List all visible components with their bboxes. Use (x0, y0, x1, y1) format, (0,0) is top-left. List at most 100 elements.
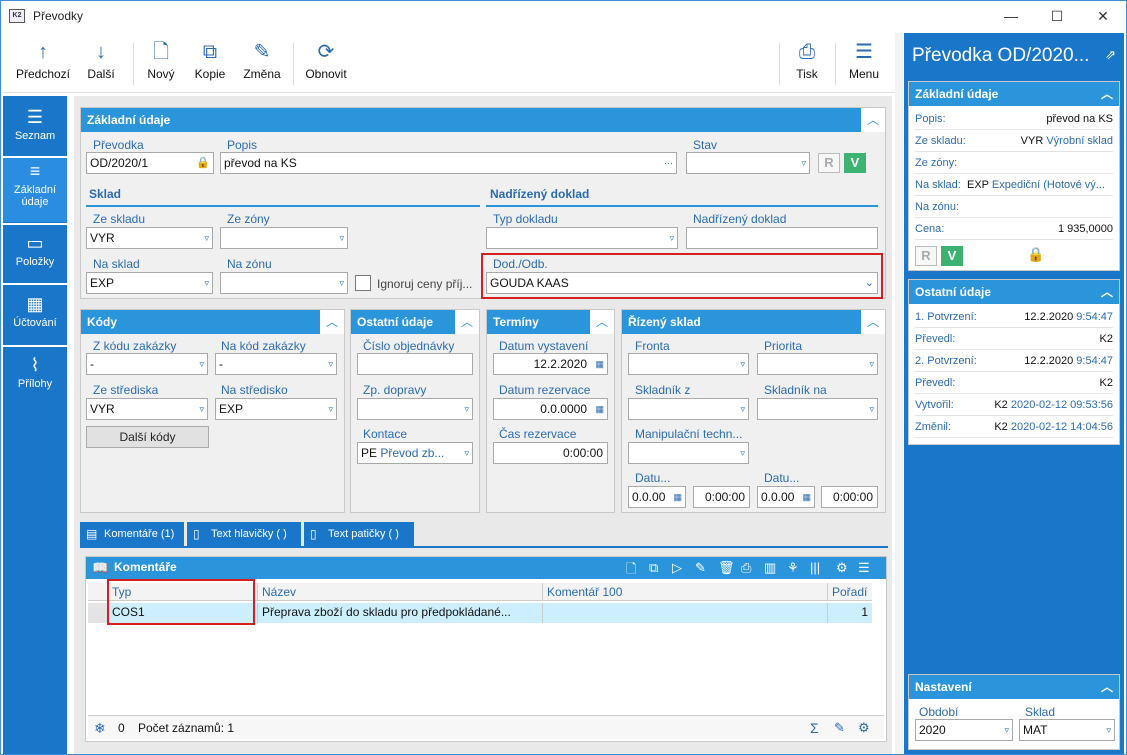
tab-text-paticky[interactable]: ▯ Text patičky ( ) (304, 522, 414, 546)
bar-chart-icon[interactable]: ▥ (764, 560, 776, 576)
obdobi-select[interactable]: 2020 ▿ (915, 719, 1013, 741)
cas-rezervace-field[interactable]: 0:00:00 (493, 442, 608, 464)
new-row-icon[interactable]: 🗋 (626, 560, 636, 582)
grid-header-bar: 📖 Komentáře 🗋 ⧉ ▷ ✎ 🗑 ⎙ ▥ ⚘ ||| ⚙ ☰ (86, 557, 886, 579)
window-title: Převodky (33, 9, 84, 23)
priorita-select[interactable]: ▿ (757, 353, 878, 375)
kontace-select[interactable]: PE Převod zb... ▿ (357, 442, 473, 464)
cas1-field[interactable]: 0:00:00 (693, 486, 750, 508)
nav-item-uctovani[interactable]: ▦ Účtování (3, 291, 67, 341)
stav-label: Stav (693, 138, 718, 152)
ze-strediska-label: Ze střediska (93, 383, 159, 397)
na-zonu-select[interactable]: ▿ (220, 272, 348, 294)
copy-row-icon[interactable]: ⧉ (649, 560, 658, 576)
r-button[interactable]: R (915, 246, 937, 266)
collapse-icon[interactable]: ︿ (861, 108, 885, 132)
ze-zony-select[interactable]: ▿ (220, 227, 348, 249)
maximize-button[interactable]: ☐ (1034, 1, 1080, 31)
v-button[interactable]: V (844, 153, 866, 173)
hamburger-icon[interactable]: ☰ (858, 560, 870, 576)
next-button[interactable]: ↓ Další (81, 37, 121, 89)
tab-text-hlavicky[interactable]: ▯ Text hlavičky ( ) (187, 522, 301, 546)
collapse-icon[interactable]: ︿ (320, 310, 344, 334)
ze-skladu-select[interactable]: VYR ▿ (86, 227, 213, 249)
dropdown-icon: ▿ (740, 359, 745, 369)
left-navigation: ☰ Seznam ≡ Základní údaje ▭ Položky ▦ Účtová… (3, 96, 67, 754)
na-stredisko-select[interactable]: EXP ▿ (215, 398, 337, 420)
splitter[interactable] (895, 33, 903, 754)
dropdown-icon: ▿ (801, 158, 806, 168)
column-header-komentar[interactable]: Komentář 100 (543, 583, 828, 600)
datum-rezervace-field[interactable]: 0.0.0000 ▦ (493, 398, 608, 420)
v-button[interactable]: V (941, 246, 963, 266)
fronta-select[interactable]: ▿ (628, 353, 749, 375)
nadrizeny-doklad-field[interactable] (686, 227, 878, 249)
tab-komentare[interactable]: ▤ Komentáře (1) (80, 522, 184, 546)
edit-icon[interactable]: ✎ (834, 716, 845, 740)
manipulacni-label: Manipulační techn... (635, 427, 743, 441)
ze-strediska-select[interactable]: VYR ▿ (86, 398, 208, 420)
nav-item-seznam[interactable]: ☰ Seznam (3, 104, 67, 154)
nav-item-polozky[interactable]: ▭ Položky (3, 230, 67, 280)
tab-underline (80, 546, 888, 548)
snowflake-icon[interactable]: ❄ (94, 716, 106, 740)
toolbar-divider (835, 43, 836, 85)
skladnik-na-select[interactable]: ▿ (757, 398, 878, 420)
prevodka-field[interactable]: OD/2020/1 🔒 (86, 152, 214, 174)
collapse-icon[interactable]: ︿ (1095, 280, 1119, 304)
cislo-objednavky-field[interactable] (357, 353, 473, 375)
new-button[interactable]: 🗋 Nový (141, 37, 181, 89)
skladnik-z-select[interactable]: ▿ (628, 398, 749, 420)
pencil-icon[interactable]: ✎ (695, 560, 706, 576)
minimize-button[interactable]: — (988, 1, 1034, 31)
dalsi-kody-button[interactable]: Další kódy (86, 426, 209, 448)
copy-button[interactable]: ⧉ Kopie (189, 37, 231, 89)
panel-title: Nastavení ︿ (909, 675, 1119, 699)
collapse-icon[interactable]: ︿ (861, 310, 885, 334)
stav-select[interactable]: ▿ (686, 152, 810, 174)
previous-button[interactable]: ↑ Předchozí (15, 37, 71, 89)
close-button[interactable]: ✕ (1080, 1, 1126, 31)
nav-item-prilohy[interactable]: ⌇ Přílohy (3, 352, 67, 402)
dropdown-icon: ▿ (740, 404, 745, 414)
menu-button[interactable]: ☰ Menu (841, 37, 887, 89)
sum-icon[interactable]: Σ (810, 716, 819, 740)
sklad-select[interactable]: MAT ▿ (1019, 719, 1115, 741)
play-icon[interactable]: ▷ (672, 560, 682, 576)
external-link-icon[interactable]: ⇗ (1105, 47, 1116, 63)
edit-button[interactable]: ✎ Změna (239, 37, 285, 89)
nav-divider (3, 283, 67, 285)
collapse-icon[interactable]: ︿ (1095, 675, 1119, 699)
filter-icon[interactable]: ⚘ (787, 560, 799, 576)
manipulacni-select[interactable]: ▿ (628, 442, 749, 464)
typ-dokladu-select[interactable]: ▿ (486, 227, 678, 249)
nav-item-zakladni-udaje[interactable]: ≡ Základní údaje (3, 158, 67, 222)
column-header-nazev[interactable]: Název (258, 583, 543, 600)
printer-icon[interactable]: ⎙ (741, 560, 751, 576)
na-kod-select[interactable]: - ▿ (215, 353, 337, 375)
cas2-field[interactable]: 0:00:00 (821, 486, 878, 508)
datum-vystaveni-field[interactable]: 12.2.2020 ▦ (493, 353, 608, 375)
r-button[interactable]: R (818, 153, 840, 173)
ignoruj-ceny-checkbox[interactable] (355, 275, 371, 291)
z-kodu-select[interactable]: - ▿ (86, 353, 208, 375)
collapse-icon[interactable]: ︿ (455, 310, 479, 334)
zp-dopravy-select[interactable]: ▿ (357, 398, 473, 420)
collapse-icon[interactable]: ︿ (1095, 82, 1119, 106)
barcode-icon[interactable]: ||| (810, 560, 820, 575)
na-sklad-select[interactable]: EXP ▿ (86, 272, 213, 294)
popis-field[interactable]: převod na KS ⋯ (220, 152, 677, 174)
kontace-label: Kontace (363, 427, 408, 441)
section-divider (86, 205, 480, 207)
refresh-button[interactable]: ⟳ Obnovit (300, 37, 352, 89)
column-header-poradi[interactable]: Pořadí (828, 583, 872, 600)
settings-icon[interactable]: ⚙ (858, 716, 870, 740)
row-selector[interactable] (88, 603, 108, 623)
gear-icon[interactable]: ⚙ (836, 560, 848, 576)
datum2-field[interactable]: 0.0.00 ▦ (757, 486, 815, 508)
collapse-icon[interactable]: ︿ (590, 310, 614, 334)
print-button[interactable]: ⎙ Tisk (785, 37, 829, 89)
datum1-field[interactable]: 0.0.00 ▦ (628, 486, 686, 508)
box-icon: ▭ (26, 233, 44, 253)
trash-icon[interactable]: 🗑 (718, 560, 735, 576)
